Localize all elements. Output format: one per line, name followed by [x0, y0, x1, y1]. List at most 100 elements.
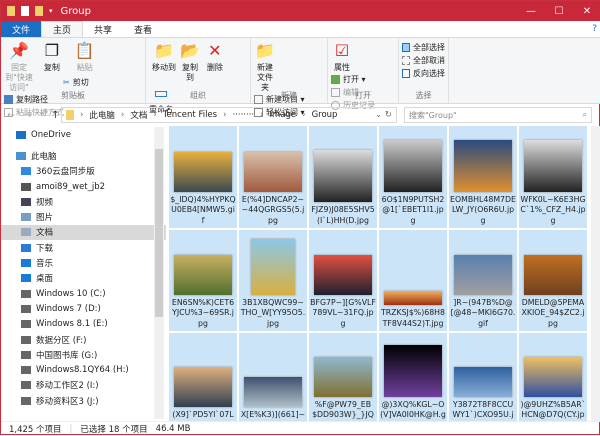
nav-item[interactable]: 图片: [1, 209, 166, 224]
breadcrumb-separator[interactable]: ›: [302, 110, 305, 120]
nav-item[interactable]: 此电脑: [1, 148, 166, 163]
file-tile[interactable]: E(%4]DNCAP2~~44QGRGS5(5.jpg: [239, 126, 307, 228]
nav-item[interactable]: amoi89_wet_jb2: [1, 179, 166, 194]
breadcrumb-separator[interactable]: ›: [121, 110, 124, 120]
breadcrumb-item[interactable]: 文档: [130, 109, 147, 121]
label: 复制: [43, 63, 60, 72]
nav-item[interactable]: 下载: [1, 240, 166, 255]
help-icon[interactable]: ?: [592, 24, 597, 34]
copy-button[interactable]: ❐ 复制: [37, 41, 67, 73]
nav-item[interactable]: 360云盘同步版: [1, 164, 166, 179]
file-tile[interactable]: WFK0L~K6E3HGC`1%_CFZ_H4.jpg: [519, 126, 587, 228]
up-button[interactable]: ↑: [51, 110, 59, 121]
invert-selection-icon: [402, 69, 410, 78]
file-tile[interactable]: DMELD@5PEMAXKIOE_94$ZC2.jpg: [519, 230, 587, 331]
nav-item[interactable]: Windows 7 (D:): [1, 301, 166, 316]
close-button[interactable]: ✕: [573, 1, 600, 21]
file-tile[interactable]: 6O$1N9PUTSH2@1[`EBET1I1.jpg: [379, 126, 447, 228]
breadcrumb-item[interactable]: ········: [233, 110, 255, 120]
image-thumbnail: [244, 377, 302, 407]
scrollbar-thumb[interactable]: [155, 149, 163, 317]
ribbon: 📌 固定到"快速访问" ❐ 复制 📋 粘贴 复制路径 粘贴快捷方式 ✂ 剪切 剪贴板 📁…: [1, 37, 600, 117]
nav-item[interactable]: 文档: [1, 224, 166, 241]
refresh-icon[interactable]: ⌄ ↻: [375, 110, 396, 120]
move-to-button[interactable]: 📁 移动到: [149, 41, 179, 73]
nav-item[interactable]: 移动工作区2 (I:): [1, 378, 166, 393]
properties-button[interactable]: ☑ 属性: [331, 41, 353, 73]
nav-item[interactable]: OneDrive: [1, 127, 166, 142]
back-button[interactable]: ←: [7, 110, 15, 121]
file-tile[interactable]: @)3XQ%KGL~O(V]VA0I0HK@H.gif: [379, 333, 447, 421]
tab-share[interactable]: 共享: [83, 21, 123, 37]
breadcrumb-separator[interactable]: ›: [260, 110, 263, 120]
cut-button[interactable]: ✂ 剪切: [63, 76, 89, 89]
nav-item-label: 此电脑: [31, 151, 57, 162]
tab-view[interactable]: 查看: [123, 21, 163, 37]
address-bar[interactable]: › 此电脑 › 文档 › Tencent Files › ········ › Image › Gro…: [61, 107, 397, 123]
drive-icon: [21, 350, 31, 359]
nav-item[interactable]: 数据分区 (F:): [1, 332, 166, 347]
status-bar: 1,425 个项目 | 已选择 18 个项目 46.4 MB: [1, 421, 600, 436]
label: 全部选择: [413, 43, 445, 52]
paste-button[interactable]: 📋 粘贴: [70, 41, 100, 73]
file-tile[interactable]: (X9]`PD5YI`07LDV([~I1)F.jpg: [169, 333, 237, 421]
file-tile[interactable]: EN6SN%K)CET6YJCU%3~69SR.jpg: [169, 230, 237, 331]
file-tile[interactable]: $_IDQ)4%HYPKQU0EB4[NMW5.gif: [169, 126, 237, 228]
nav-item[interactable]: 桌面: [1, 271, 166, 286]
file-tile[interactable]: )@9UHZ%B5AR`HCN@D7Q(CY.jpg: [519, 333, 587, 421]
open-button[interactable]: 打开 ▾: [331, 73, 375, 86]
file-tile[interactable]: ]R~(947B%D@[@48~MKI6G70.gif: [449, 230, 517, 331]
recent-locations-icon[interactable]: ▾: [40, 110, 44, 121]
file-tile[interactable]: FJZ9)J08E5SHV5(I`L)HH(D.jpg: [309, 126, 377, 228]
file-name: )@9UHZ%B5AR`HCN@D7Q(CY.jpg: [520, 399, 586, 422]
file-tile[interactable]: TRZKSJ$%)68H8TF8V44S2)T.jpg: [379, 230, 447, 331]
nav-scrollbar[interactable]: [154, 127, 164, 419]
nav-item[interactable]: Windows 10 (C:): [1, 286, 166, 301]
group-label: 新建: [281, 91, 297, 100]
new-folder-button[interactable]: 📁 新建文件夹: [254, 41, 276, 93]
folder-icon: [21, 167, 31, 176]
search-input[interactable]: 搜索"Group" ⌕: [404, 107, 592, 123]
nav-item[interactable]: 音乐: [1, 255, 166, 270]
nav-item[interactable]: 移动资料区3 (J:): [1, 393, 166, 408]
breadcrumb-item[interactable]: Tencent Files: [163, 110, 217, 120]
pin-icon: 📌: [9, 41, 29, 60]
nav-item-label: 数据分区 (F:): [36, 335, 87, 346]
minimize-button[interactable]: —: [517, 1, 545, 21]
select-none-button[interactable]: 全部取消: [402, 54, 445, 67]
nav-item[interactable]: Windows8.1QY64 (H:): [1, 362, 166, 377]
breadcrumb-separator[interactable]: ›: [223, 110, 226, 120]
maximize-button[interactable]: ☐: [545, 1, 573, 21]
content-scrollbar[interactable]: [591, 126, 600, 421]
label: 复制到: [182, 63, 198, 82]
nav-item[interactable]: 中国图书库 (G:): [1, 347, 166, 362]
file-tile[interactable]: EOMBHL48M7DELW_JY(O6R6U.jpg: [449, 126, 517, 228]
breadcrumb-separator[interactable]: ›: [80, 110, 83, 120]
file-tile[interactable]: Y3872T8F8CCUWY1`)CXO95U.jpg: [449, 333, 517, 421]
nav-item[interactable]: 视频: [1, 194, 166, 209]
folder-icon: [16, 151, 26, 160]
new-folder-icon[interactable]: [35, 6, 43, 16]
properties-icon[interactable]: [21, 6, 29, 16]
forward-button[interactable]: →: [23, 110, 31, 121]
folder-icon: [21, 259, 31, 268]
invert-selection-button[interactable]: 反向选择: [402, 67, 445, 80]
nav-item[interactable]: Windows 8.1 (E:): [1, 317, 166, 332]
customize-quick-access-icon[interactable]: ▾: [49, 7, 53, 15]
breadcrumb-item[interactable]: 此电脑: [89, 109, 115, 121]
file-tile[interactable]: BFG7P~][G%VLF789VL~31FQ.jpg: [309, 230, 377, 331]
breadcrumb-item[interactable]: Group: [312, 110, 338, 120]
file-tile[interactable]: %F@PW79_EB$DD903W}_}JQG.gif: [309, 333, 377, 421]
file-tile[interactable]: X[E%K3)](661]~25]SDR_ZR.jpg: [239, 333, 307, 421]
file-tile[interactable]: 3B1XBQWC99~THO_W[YY95O5.jpg: [239, 230, 307, 331]
nav-item-label: 移动资料区3 (J:): [36, 396, 99, 407]
window-title: Group: [60, 5, 91, 17]
copy-to-button[interactable]: 📂 复制到: [179, 41, 201, 83]
tab-home[interactable]: 主页: [41, 21, 84, 37]
select-all-button[interactable]: 全部选择: [402, 41, 445, 54]
tab-file[interactable]: 文件: [1, 21, 42, 37]
breadcrumb-item[interactable]: Image: [270, 110, 297, 120]
delete-button[interactable]: ✕ 删除: [204, 41, 226, 73]
breadcrumb-separator[interactable]: ›: [153, 110, 156, 120]
pin-quick-access-button[interactable]: 📌 固定到"快速访问": [4, 41, 34, 93]
